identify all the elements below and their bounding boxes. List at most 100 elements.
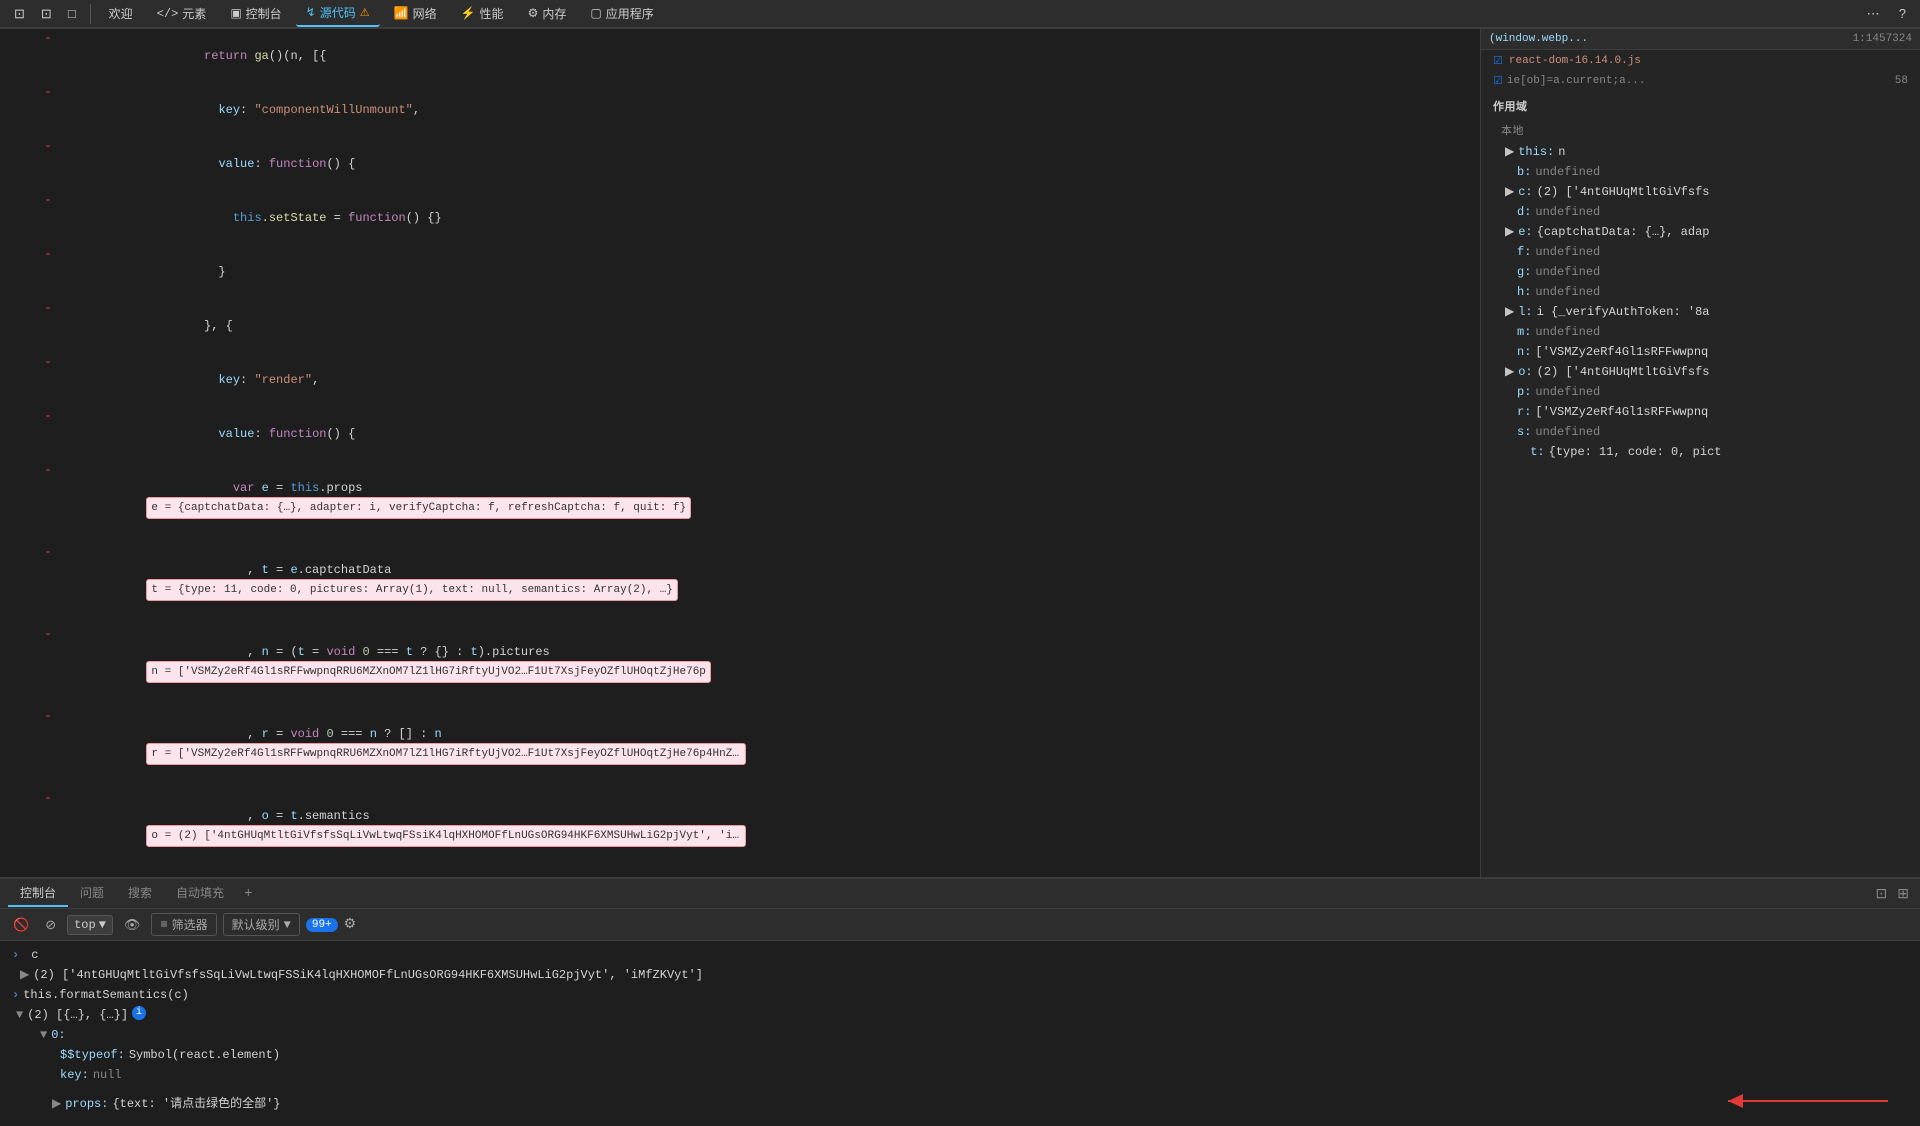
device-toggle-btn[interactable]: ⊡ xyxy=(8,2,31,26)
red-arrow-indicator xyxy=(1708,1086,1908,1122)
expand-format-icon[interactable]: ▼ xyxy=(16,1006,23,1024)
bottom-tab-problems-label: 问题 xyxy=(80,887,104,901)
line-diff: - xyxy=(40,137,56,155)
line-col-info: 1:1457324 xyxy=(1853,33,1912,45)
expand-icon-c[interactable]: ▶ xyxy=(1505,183,1514,201)
scope-title: 作用域 xyxy=(1481,94,1920,118)
expand-item-0-icon[interactable]: ▼ xyxy=(40,1026,47,1044)
filter-label: 筛选器 xyxy=(172,916,208,933)
line-content: var e = this.props e = {captchatData: {…… xyxy=(56,461,1480,543)
console-output-c[interactable]: ▶ (2) ['4ntGHUqMtltGiVfsfsSqLiVwLtwqFSSi… xyxy=(0,965,1920,985)
scope-item-e[interactable]: ▶ e: {captchatData: {…}, adap xyxy=(1481,222,1920,242)
code-line: - , t = e.captchatData t = {type: 11, co… xyxy=(0,543,1480,625)
bottom-right-controls: ⊡ ⊞ xyxy=(1873,882,1912,905)
line-content: , n = (t = void 0 === t ? {} : t).pictur… xyxy=(56,625,1480,707)
expand-icon-this[interactable]: ▶ xyxy=(1505,143,1514,161)
red-arrow-svg xyxy=(1708,1086,1908,1116)
line-content: , r = void 0 === n ? [] : n r = ['VSMZy2… xyxy=(56,707,1480,789)
local-scope-title: 本地 xyxy=(1481,118,1920,142)
welcome-tab-label: 欢迎 xyxy=(109,5,133,22)
memory-icon: ⚙ xyxy=(528,6,539,21)
bottom-tab-autofill-label: 自动填充 xyxy=(176,887,224,901)
line-content: } xyxy=(56,245,1480,299)
scope-item-m: m: undefined xyxy=(1481,322,1920,342)
console-val-key: null xyxy=(93,1066,122,1084)
tab-elements[interactable]: </> 元素 xyxy=(147,1,217,26)
console-tab-label: 控制台 xyxy=(246,5,282,22)
code-line: - }, { xyxy=(0,299,1480,353)
line-content: }, { xyxy=(56,299,1480,353)
context-label: top xyxy=(74,918,96,932)
more-tabs-icon[interactable]: ⋯ xyxy=(1861,2,1886,26)
performance-icon: ⚡ xyxy=(461,6,476,21)
tooltip-e: e = {captchatData: {…}, adapter: i, veri… xyxy=(146,497,691,519)
bottom-tabs-bar: 控制台 问题 搜索 自动填充 + ⊡ ⊞ xyxy=(0,879,1920,909)
expand-icon-o[interactable]: ▶ xyxy=(1505,363,1514,381)
tab-memory[interactable]: ⚙ 内存 xyxy=(518,1,577,26)
tab-performance[interactable]: ⚡ 性能 xyxy=(451,1,514,26)
console-item-typeof: $$typeof: Symbol(react.element) xyxy=(0,1045,1920,1065)
scope-item-r: r: ['VSMZy2eRf4Gl1sRFFwwpnq xyxy=(1481,402,1920,422)
help-btn[interactable]: ? xyxy=(1893,2,1912,25)
sources-tab-label: 源代码 xyxy=(320,4,356,21)
bottom-tab-console[interactable]: 控制台 xyxy=(8,880,68,907)
file-location: (window.webp... xyxy=(1489,33,1588,45)
tab-application[interactable]: ▢ 应用程序 xyxy=(580,1,663,26)
scope-item-l[interactable]: ▶ l: i {_verifyAuthToken: '8a xyxy=(1481,302,1920,322)
level-dropdown-arrow: ▼ xyxy=(284,918,291,932)
line-diff: - xyxy=(40,191,56,209)
expand-props-icon[interactable]: ▶ xyxy=(52,1095,61,1113)
tab-sources[interactable]: ↯ 源代码 ⚠ xyxy=(296,0,380,27)
top-toolbar: ⊡ ⊡ □ 欢迎 </> 元素 ▣ 控制台 ↯ 源代码 ⚠ 📶 网络 ⚡ 性能 … xyxy=(0,0,1920,28)
scope-item-t: ▶ t: {type: 11, code: 0, pict xyxy=(1481,442,1920,462)
console-output-format[interactable]: ▼ (2) [{…}, {…}] i xyxy=(0,1005,1920,1025)
network-icon: 📶 xyxy=(394,6,409,21)
expand-icon-l[interactable]: ▶ xyxy=(1505,303,1514,321)
bottom-tab-problems[interactable]: 问题 xyxy=(68,880,116,907)
scope-item-g: g: undefined xyxy=(1481,262,1920,282)
eye-btn[interactable]: 👁 xyxy=(119,914,146,936)
code-line: - , c = void 0 === o ? [] : o c = (2) ['… xyxy=(0,871,1480,877)
inspect-btn[interactable]: ⊡ xyxy=(35,2,58,26)
code-line: - value: function() { xyxy=(0,137,1480,191)
responsive-btn[interactable]: □ xyxy=(62,2,82,25)
scope-item-n: n: ['VSMZy2eRf4Gl1sRFFwwpnq xyxy=(1481,342,1920,362)
scope-item-h: h: undefined xyxy=(1481,282,1920,302)
bottom-panel-btn-1[interactable]: ⊡ xyxy=(1873,882,1891,905)
scope-item-d: d: undefined xyxy=(1481,202,1920,222)
bottom-panel-btn-2[interactable]: ⊞ xyxy=(1894,882,1912,905)
expand-icon-e[interactable]: ▶ xyxy=(1505,223,1514,241)
code-line: - , r = void 0 === n ? [] : n r = ['VSMZ… xyxy=(0,707,1480,789)
console-item-props[interactable]: ▶ props: {text: '请点击绿色的全部'} xyxy=(0,1085,1920,1123)
console-val-props: {text: '请点击绿色的全部'} xyxy=(112,1095,280,1113)
right-panel: (window.webp... 1:1457324 ☑ react-dom-16… xyxy=(1480,29,1920,877)
scope-item-this[interactable]: ▶ this: n xyxy=(1481,142,1920,162)
bottom-tab-autofill[interactable]: 自动填充 xyxy=(164,880,236,907)
console-key-props: props: xyxy=(65,1095,108,1113)
scope-item-c[interactable]: ▶ c: (2) ['4ntGHUqMtltGiVfsfs xyxy=(1481,182,1920,202)
bottom-console-area: 控制台 问题 搜索 自动填充 + ⊡ ⊞ 🚫 ⊘ top ▼ xyxy=(0,877,1920,1126)
settings-icon[interactable]: ⚙ xyxy=(344,916,357,933)
tab-network[interactable]: 📶 网络 xyxy=(384,1,447,26)
add-tab-btn[interactable]: + xyxy=(236,882,260,906)
context-dropdown[interactable]: top ▼ xyxy=(67,915,113,935)
bottom-tab-search[interactable]: 搜索 xyxy=(116,880,164,907)
dropdown-arrow-icon: ▼ xyxy=(99,918,106,932)
code-panel: - return ga()(n, [{ - key: "componentWil… xyxy=(0,29,1480,877)
level-dropdown[interactable]: 默认级别 ▼ xyxy=(223,913,300,936)
tab-console[interactable]: ▣ 控制台 xyxy=(220,1,291,26)
tab-welcome[interactable]: 欢迎 xyxy=(99,1,143,26)
more-tabs-btn[interactable]: ⋯ ? xyxy=(1861,2,1912,26)
bottom-tab-search-label: 搜索 xyxy=(128,887,152,901)
scope-item-f: f: undefined xyxy=(1481,242,1920,262)
reactdom-ref: ☑ react-dom-16.14.0.js xyxy=(1481,50,1920,72)
filter-btn[interactable]: ≡ 筛选器 xyxy=(151,913,216,936)
code-editor[interactable]: - return ga()(n, [{ - key: "componentWil… xyxy=(0,29,1480,877)
scope-item-o[interactable]: ▶ o: (2) ['4ntGHUqMtltGiVfsfs xyxy=(1481,362,1920,382)
console-item-0[interactable]: ▼ 0: xyxy=(0,1025,1920,1045)
input-arrow-c: › xyxy=(12,946,19,964)
hide-messages-btn[interactable]: ⊘ xyxy=(40,914,61,936)
clear-console-btn[interactable]: 🚫 xyxy=(8,914,34,936)
line-diff: - xyxy=(40,407,56,425)
expand-c-icon[interactable]: ▶ xyxy=(20,966,29,984)
